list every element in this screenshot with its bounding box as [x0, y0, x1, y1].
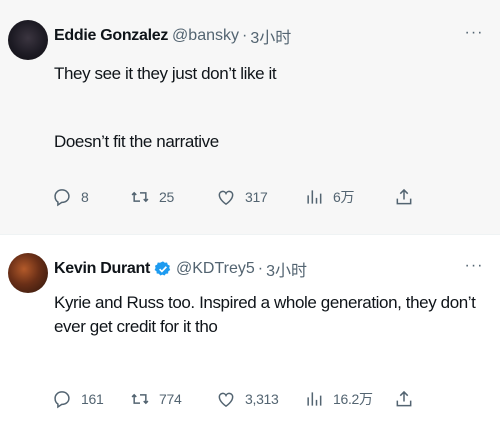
retweet-button[interactable]: 25 — [130, 185, 174, 209]
tweet-text: Kyrie and Russ too. Inspired a whole gen… — [54, 293, 476, 336]
author-handle[interactable]: @bansky — [172, 27, 239, 45]
like-count: 3,313 — [245, 391, 279, 407]
retweet-count: 25 — [159, 189, 174, 205]
heart-icon — [218, 190, 234, 205]
verified-badge-icon — [154, 261, 171, 276]
heart-icon — [218, 392, 234, 407]
author-handle[interactable]: @KDTrey5 — [176, 260, 255, 278]
tweet-text-line: They see it they just don’t like it — [54, 64, 277, 83]
separator-dot: · — [257, 260, 264, 277]
reply-count: 161 — [81, 391, 104, 407]
retweet-icon — [131, 393, 149, 405]
share-icon — [396, 390, 412, 407]
share-icon — [396, 188, 412, 205]
retweet-icon — [131, 191, 149, 203]
separator-dot: · — [241, 27, 248, 44]
views-button[interactable]: 16.2万 — [304, 387, 373, 411]
more-options-icon[interactable]: ··· — [464, 258, 484, 277]
like-button[interactable]: 317 — [216, 185, 268, 209]
more-options-icon[interactable]: ··· — [464, 25, 484, 44]
view-count: 16.2万 — [333, 391, 373, 407]
share-button[interactable] — [394, 185, 414, 209]
like-button[interactable]: 3,313 — [216, 387, 279, 411]
author-name[interactable]: Kevin Durant — [54, 260, 150, 278]
action-bar: 161 774 3,313 16.2万 — [52, 387, 420, 411]
views-icon — [307, 392, 322, 406]
reply-count: 8 — [81, 189, 89, 205]
tweet[interactable]: Kevin Durant @KDTrey5 · 3小时 ··· Kyrie an… — [0, 234, 500, 440]
timestamp[interactable]: 3小时 — [250, 24, 291, 48]
tweet-text-line: Doesn’t fit the narrative — [54, 132, 219, 151]
view-count: 6万 — [333, 189, 355, 205]
share-button[interactable] — [394, 387, 414, 411]
views-button[interactable]: 6万 — [304, 185, 354, 209]
timestamp[interactable]: 3小时 — [266, 257, 307, 281]
reply-icon — [54, 189, 70, 207]
reply-button[interactable]: 8 — [52, 185, 89, 209]
avatar[interactable] — [8, 20, 48, 60]
like-count: 317 — [245, 189, 268, 205]
tweet-header: Kevin Durant @KDTrey5 · 3小时 — [54, 257, 460, 281]
tweet[interactable]: Eddie Gonzalez @bansky · 3小时 ··· They se… — [0, 0, 500, 234]
views-icon — [307, 190, 322, 204]
retweet-count: 774 — [159, 391, 182, 407]
reply-icon — [54, 391, 70, 409]
action-bar: 8 25 317 6万 — [52, 185, 420, 209]
author-name[interactable]: Eddie Gonzalez — [54, 27, 168, 45]
avatar[interactable] — [8, 253, 48, 293]
reply-button[interactable]: 161 — [52, 387, 104, 411]
retweet-button[interactable]: 774 — [130, 387, 182, 411]
tweet-header: Eddie Gonzalez @bansky · 3小时 — [54, 24, 460, 48]
